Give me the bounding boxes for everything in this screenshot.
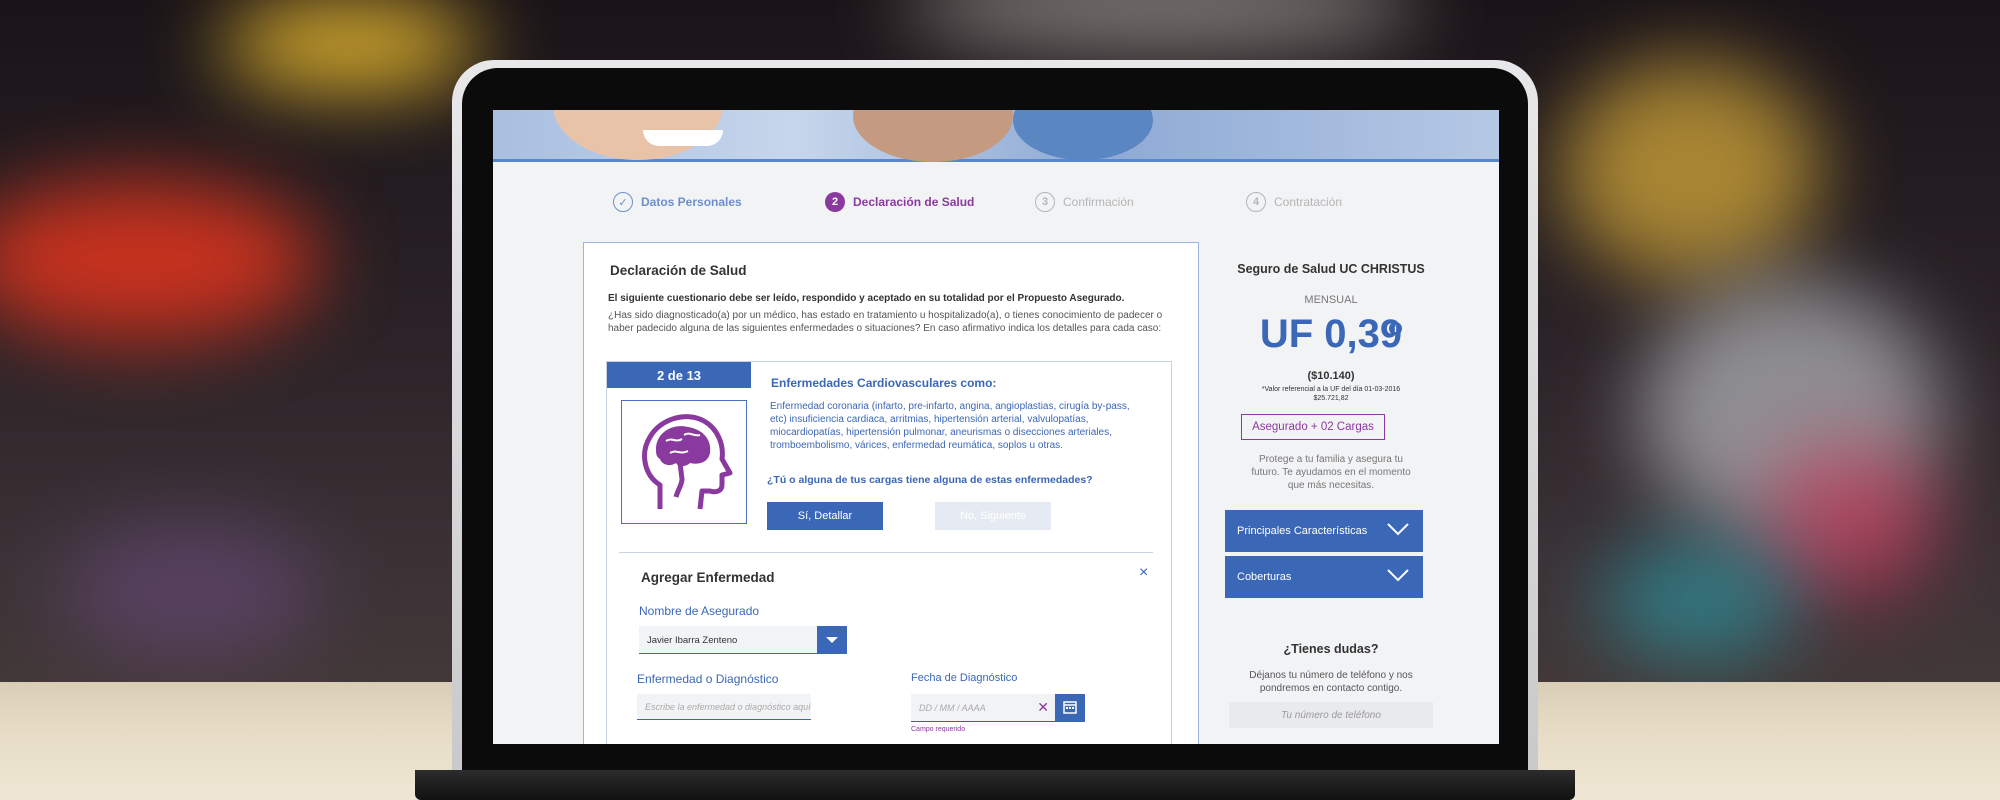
step-declaracion-salud[interactable]: 2 Declaración de Salud (825, 192, 974, 212)
coverage-badge[interactable]: Asegurado + 02 Cargas (1241, 414, 1385, 440)
plan-period: MENSUAL (1304, 294, 1358, 306)
accordion-coberturas[interactable]: Coberturas (1225, 556, 1423, 598)
help-line2: pondremos en contacto contigo. (1259, 683, 1403, 694)
category-desc-line2: etc) insuficiencia cardiaca, arritmias, … (770, 414, 1089, 425)
question-prompt: ¿Tú o alguna de tus cargas tiene alguna … (767, 474, 1093, 486)
chevron-down-icon[interactable] (817, 626, 847, 654)
category-title: Enfermedades Cardiovasculares como: (771, 376, 997, 390)
clear-x-icon[interactable]: ✕ (1037, 699, 1049, 716)
progress-stepper: ✓ Datos Personales 2 Declaración de Salu… (493, 192, 1499, 222)
insured-select[interactable]: Javier Ibarra Zenteno (639, 626, 847, 654)
close-icon[interactable]: × (1139, 564, 1148, 582)
category-desc-line1: Enfermedad coronaria (infarto, pre-infar… (770, 401, 1130, 412)
bg-sky (900, 0, 1420, 50)
step-label: Confirmación (1063, 195, 1134, 209)
plan-price-clp: ($10.140) (1307, 370, 1355, 382)
diagnosis-input[interactable]: Escribe la enfermedad o diagnóstico aquí (637, 694, 811, 720)
laptop-screen: ✓ Datos Personales 2 Declaración de Salu… (493, 110, 1499, 744)
pitch-line2: futuro. Te ayudamos en el momento (1251, 467, 1411, 478)
hero-smile (643, 130, 723, 146)
date-error-text: Campo requerido (911, 726, 966, 733)
step-datos-personales[interactable]: ✓ Datos Personales (613, 192, 742, 212)
intro-text-line2: haber padecido alguna de las siguientes … (608, 323, 1162, 334)
phone-placeholder: Tu número de teléfono (1281, 710, 1381, 721)
chevron-down-icon (1387, 523, 1409, 536)
bg-light-red (0, 180, 320, 340)
step-confirmacion[interactable]: 3 Confirmación (1035, 192, 1134, 212)
reference-note-line1: *Valor referencial a la UF del día 01-03… (1261, 386, 1401, 393)
info-icon[interactable]: i (1389, 322, 1402, 335)
phone-input[interactable]: Tu número de teléfono (1229, 702, 1433, 728)
step-label: Datos Personales (641, 195, 742, 209)
step-label: Contratación (1274, 195, 1343, 209)
accordion-label: Coberturas (1237, 571, 1292, 583)
step-number: 2 (825, 192, 845, 212)
bg-light-purple (60, 520, 320, 660)
page-title: Declaración de Salud (610, 263, 747, 278)
category-desc-line3: miocardiopatías, hipertensión pulmonar, … (770, 427, 1112, 438)
help-title: ¿Tienes dudas? (1283, 642, 1379, 656)
insured-label: Nombre de Asegurado (639, 604, 760, 618)
question-panel: 2 de 13 Enfermedades Cardiovasculares co… (606, 361, 1172, 744)
yes-detail-button[interactable]: Sí, Detallar (767, 502, 883, 530)
date-label: Fecha de Diagnóstico (911, 672, 1018, 684)
help-line1: Déjanos tu número de teléfono y nos (1249, 670, 1413, 681)
no-next-button[interactable]: No, Siguiente (935, 502, 1051, 530)
brain-illustration (621, 400, 747, 524)
step-label: Declaración de Salud (853, 195, 975, 209)
calendar-icon[interactable] (1055, 694, 1085, 722)
category-desc-line4: tromboembolismo, várices, enfermedad reu… (770, 440, 1063, 451)
step-number: 3 (1035, 192, 1055, 212)
hero-person-right (853, 110, 1013, 162)
step-contratacion[interactable]: 4 Contratación (1246, 192, 1342, 212)
step-number: 4 (1246, 192, 1266, 212)
diagnosis-placeholder: Escribe la enfermedad o diagnóstico aquí (645, 702, 811, 712)
chevron-down-icon (1387, 569, 1409, 582)
date-input[interactable]: DD / MM / AAAA ✕ (911, 694, 1055, 722)
date-placeholder: DD / MM / AAAA (919, 703, 986, 713)
insured-select-value: Javier Ibarra Zenteno (647, 635, 738, 646)
bg-light-gold (1560, 60, 1820, 280)
head-brain-icon (642, 414, 733, 510)
plan-sidebar: Seguro de Salud UC CHRISTUS MENSUAL UF 0… (1209, 242, 1499, 744)
hero-banner (493, 110, 1499, 162)
reference-note-line2: $25.721,82 (1313, 395, 1349, 402)
add-disease-title: Agregar Enfermedad (641, 570, 775, 585)
plan-title: Seguro de Salud UC CHRISTUS (1237, 262, 1425, 276)
divider (619, 552, 1153, 553)
plan-price: UF 0,39 (1259, 312, 1403, 356)
pitch-line3: que más necesitas. (1287, 480, 1375, 491)
intro-bold-text: El siguiente cuestionario debe ser leído… (608, 293, 1125, 304)
bg-light-cyan (1600, 540, 1800, 660)
accordion-principales-caracteristicas[interactable]: Principales Características (1225, 510, 1423, 552)
laptop-base (415, 770, 1575, 800)
hero-shirt (1013, 110, 1153, 160)
question-counter: 2 de 13 (607, 362, 751, 388)
diagnosis-label: Enfermedad o Diagnóstico (637, 672, 779, 686)
accordion-label: Principales Características (1237, 525, 1368, 537)
intro-text-line1: ¿Has sido diagnosticado(a) por un médico… (608, 310, 1163, 321)
bg-light-yellow (220, 0, 480, 90)
check-icon: ✓ (613, 192, 633, 212)
pitch-line1: Protege a tu familia y asegura tu (1259, 454, 1403, 465)
health-declaration-card: Declaración de Salud El siguiente cuesti… (583, 242, 1199, 744)
